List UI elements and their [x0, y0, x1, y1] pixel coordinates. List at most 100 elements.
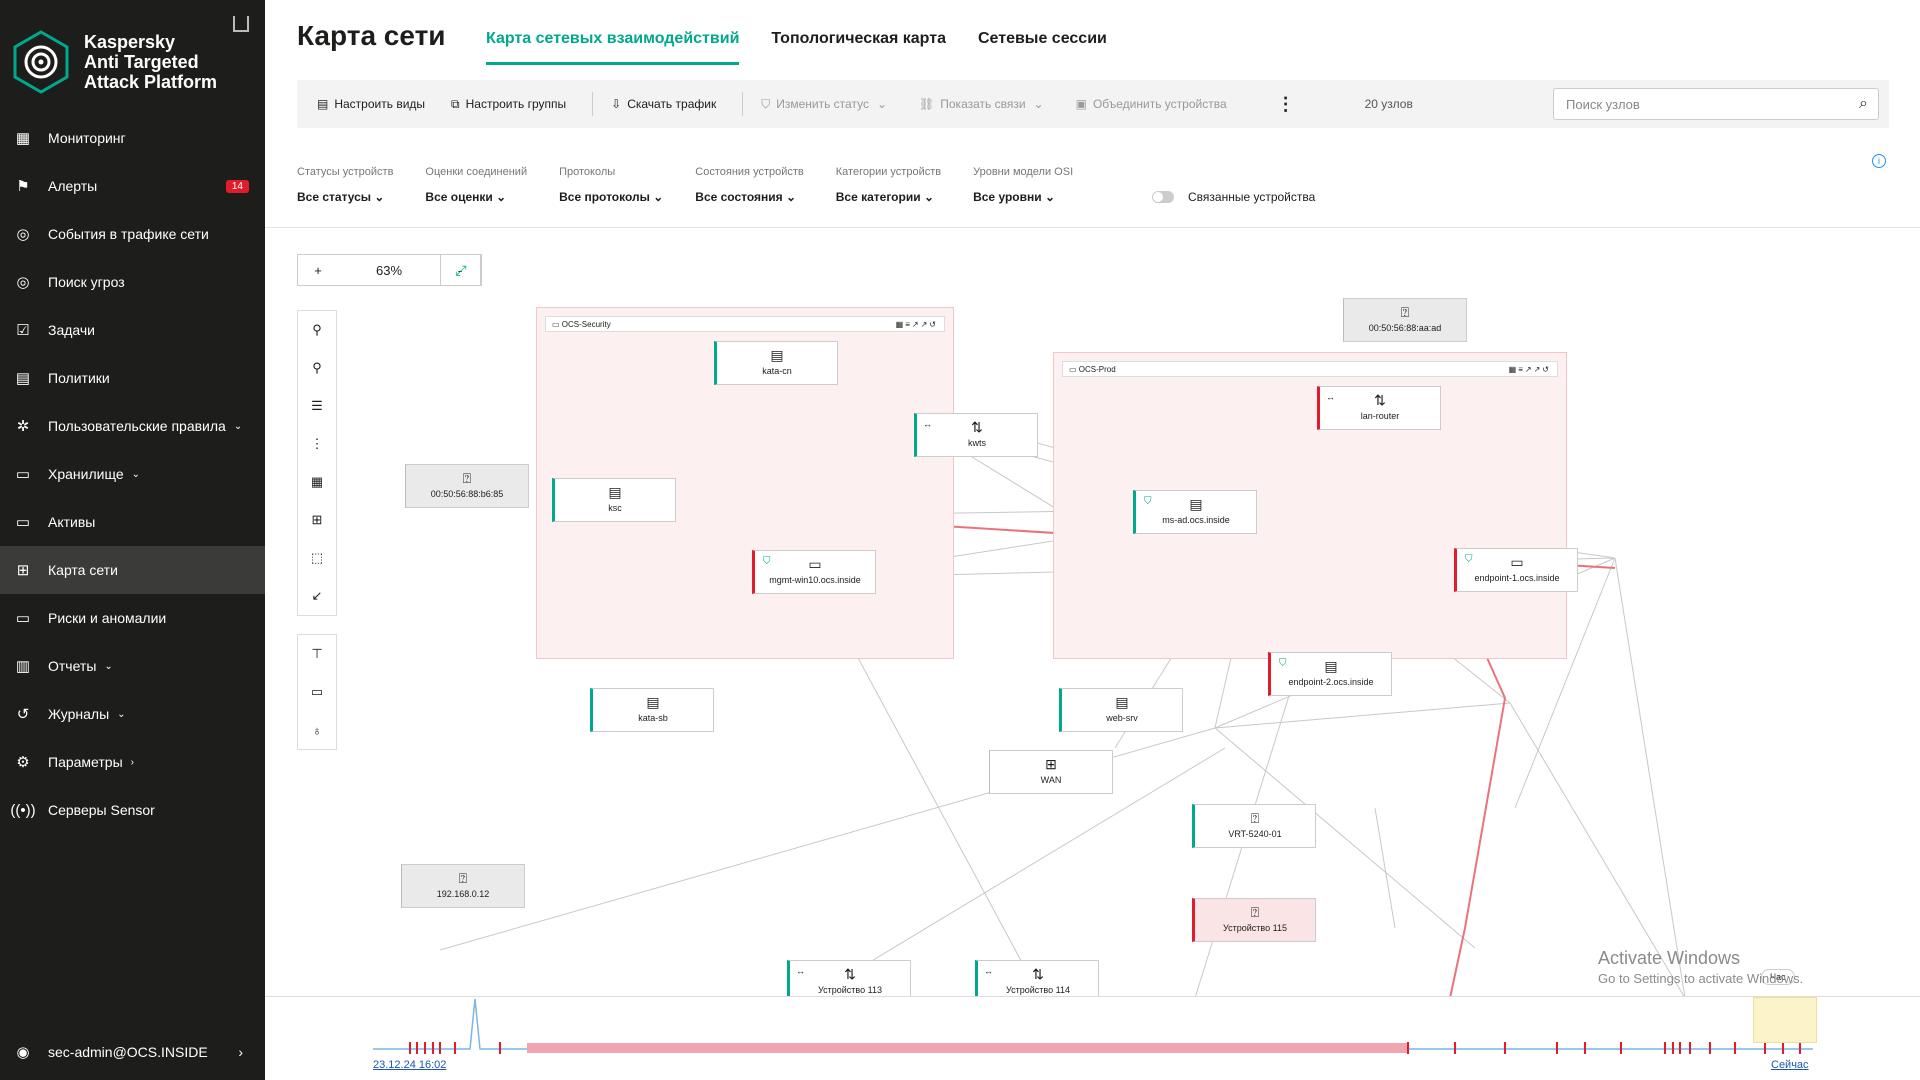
node-mgmt-win10[interactable]: ⛉ ▭ mgmt-win10.ocs.inside	[752, 550, 876, 594]
node-device-113[interactable]: ↔ ⇅ Устройство 113	[787, 960, 911, 998]
filter-device-states[interactable]: Состояния устройств Все состояния ⌄	[695, 166, 803, 204]
filter-value: Все оценки	[425, 190, 493, 204]
sidebar-item-tasks[interactable]: ☑ Задачи	[0, 306, 265, 354]
filter-label: Статусы устройств	[297, 166, 394, 178]
node-kata-cn[interactable]: ▤ kata-cn	[714, 341, 838, 385]
node-device-114[interactable]: ↔ ⇅ Устройство 114	[975, 960, 1099, 998]
traffic-timeline[interactable]: Час 23.12.24 16:02 Сейчас	[265, 969, 1920, 1080]
chevron-right-icon: ›	[130, 756, 134, 768]
node-ksc[interactable]: ▤ ksc	[552, 478, 676, 522]
sidebar-item-assets[interactable]: ▭ Активы	[0, 498, 265, 546]
configure-groups-button[interactable]: ⧉ Настроить группы	[451, 97, 566, 112]
sidebar-item-threat-hunting[interactable]: ◎ Поиск угроз	[0, 258, 265, 306]
timeline-selection-window[interactable]	[1753, 997, 1817, 1043]
filter-device-status[interactable]: Статусы устройств Все статусы ⌄	[297, 166, 393, 204]
sidebar-item-storage[interactable]: ▭ Хранилище ⌄	[0, 450, 265, 498]
cursor-select-icon[interactable]: ⬚	[298, 539, 336, 577]
sidebar-item-sensor-servers[interactable]: ((•)) Серверы Sensor	[0, 786, 265, 834]
button-label: Изменить статус	[776, 97, 869, 111]
collapse-sidebar-icon[interactable]	[233, 16, 249, 32]
timeline-end-link[interactable]: Сейчас	[1771, 1059, 1809, 1071]
node-label: kata-cn	[762, 366, 792, 376]
filter-protocols[interactable]: Протоколы Все протоколы ⌄	[559, 166, 663, 204]
filter-connection-scores[interactable]: Оценки соединений Все оценки ⌄	[425, 166, 527, 204]
related-devices-toggle[interactable]: Связанные устройства	[1152, 190, 1315, 204]
sensor-icon: ((•))	[10, 801, 36, 819]
group-actions-icon[interactable]: ▦≡↗↗↺	[1509, 365, 1551, 374]
chevron-down-icon: ⌄	[233, 420, 243, 432]
group-ocs-prod[interactable]: ▭ OCS-Prod ▦≡↗↗↺	[1053, 352, 1567, 659]
sidebar-item-policies[interactable]: ▤ Политики	[0, 354, 265, 402]
group-actions-icon[interactable]: ▦≡↗↗↺	[896, 320, 938, 329]
pin-icon[interactable]: ⚲	[298, 311, 336, 349]
node-mac-b6-85[interactable]: ⍰ 00:50:56:88:b6:85	[405, 464, 529, 508]
fit-to-screen-icon[interactable]: ⤢	[440, 254, 482, 286]
router-icon: ⇅	[971, 419, 983, 435]
group-title: OCS-Prod	[1078, 364, 1116, 374]
node-kata-sb[interactable]: ▤ kata-sb	[590, 688, 714, 732]
node-lan-router[interactable]: ↔ ⇅ lan-router	[1317, 386, 1441, 430]
download-traffic-button[interactable]: ⇩ Скачать трафик	[611, 97, 716, 111]
list-layout-icon[interactable]: ☰	[298, 387, 336, 425]
sidebar-item-risks[interactable]: ▭ Риски и аномалии	[0, 594, 265, 642]
bidirectional-icon: ↔	[796, 966, 805, 976]
filter-device-categories[interactable]: Категории устройств Все категории ⌄	[836, 166, 941, 204]
bidirectional-icon: ↔	[1326, 392, 1335, 402]
node-vrt-5240[interactable]: ⍰ VRT-5240-01	[1192, 804, 1316, 848]
brand-title: Kaspersky Anti Targeted Attack Platform	[84, 32, 217, 92]
sidebar-item-monitoring[interactable]: ▦ Мониторинг	[0, 114, 265, 162]
sidebar-item-settings[interactable]: ⚙ Параметры ›	[0, 738, 265, 786]
merge-devices-button[interactable]: ▣ Объединить устройства	[1076, 97, 1227, 111]
devices-icon[interactable]: ▭	[298, 673, 336, 711]
filter-osi-levels[interactable]: Уровни модели OSI Все уровни ⌄	[973, 166, 1073, 204]
node-web-srv[interactable]: ▤ web-srv	[1059, 688, 1183, 732]
tree-layout-icon[interactable]: ⋮	[298, 425, 336, 463]
sidebar-item-logs[interactable]: ↺ Журналы ⌄	[0, 690, 265, 738]
windows-activation-watermark: Activate Windows Go to Settings to activ…	[1598, 948, 1803, 986]
show-links-button[interactable]: ⛓ Показать связи ⌄	[919, 97, 1050, 111]
tab-network-sessions[interactable]: Сетевые сессии	[978, 30, 1107, 65]
user-menu[interactable]: ◉ sec-admin@OCS.INSIDE ›	[0, 1024, 265, 1080]
node-label: kata-sb	[638, 713, 668, 723]
network-map-canvas[interactable]: ▭ OCS-Security ▦≡↗↗↺ ▭ OCS-Prod ▦≡↗↗↺ ▤ kat…	[265, 228, 1920, 998]
node-wan[interactable]: ⊞ WAN	[989, 750, 1113, 794]
sidebar-item-network-map[interactable]: ⊞ Карта сети	[0, 546, 265, 594]
button-label: Настроить группы	[465, 97, 567, 111]
select-grid-icon[interactable]: ⊞	[298, 501, 336, 539]
hierarchy-icon[interactable]: ⊤	[298, 635, 336, 673]
toggle-switch[interactable]	[1152, 191, 1174, 203]
node-endpoint-1[interactable]: ⛉ ▭ endpoint-1.ocs.inside	[1454, 548, 1578, 592]
node-ip-192-168-0-12[interactable]: ⍰ 192.168.0.12	[401, 864, 525, 908]
node-endpoint-2[interactable]: ⛉ ▤ endpoint-2.ocs.inside	[1268, 652, 1392, 696]
zoom-in-button[interactable]: +	[298, 263, 338, 278]
node-search-input[interactable]: Поиск узлов ⌕	[1553, 88, 1879, 120]
node-ms-ad[interactable]: ⛉ ▤ ms-ad.ocs.inside	[1133, 490, 1257, 534]
group-title: OCS-Security	[561, 319, 611, 329]
node-mac-aa-ad[interactable]: ⍰ 00:50:56:88:aa:ad	[1343, 298, 1467, 342]
grid-layout-icon[interactable]: ▦	[298, 463, 336, 501]
filter-value: Все протоколы	[559, 190, 650, 204]
sidebar-item-reports[interactable]: ▥ Отчеты ⌄	[0, 642, 265, 690]
change-status-button[interactable]: ⛉ Изменить статус ⌄	[761, 97, 893, 112]
sidebar-item-custom-rules[interactable]: ✲ Пользовательские правила ⌄	[0, 402, 265, 450]
search-icon[interactable]: ⌕	[1859, 95, 1868, 113]
document-icon: ▤	[15, 370, 31, 387]
chevron-down-icon: ⌄	[923, 190, 934, 204]
chevron-right-icon: ›	[238, 1044, 243, 1060]
unpin-icon[interactable]: ⚲	[298, 349, 336, 387]
zoom-level: 63%	[375, 262, 403, 278]
timeline-start-link[interactable]: 23.12.24 16:02	[373, 1059, 446, 1071]
tab-interaction-map[interactable]: Карта сетевых взаимодействий	[486, 30, 740, 65]
tab-topology-map[interactable]: Топологическая карта	[771, 30, 946, 65]
collapse-icon[interactable]: ↙	[298, 577, 336, 615]
node-kwts[interactable]: ↔ ⇅ kwts	[914, 413, 1038, 457]
button-label: Показать связи	[940, 97, 1026, 111]
bulb-icon[interactable]: ♁	[298, 711, 336, 749]
shield-icon: ⛉	[1279, 658, 1287, 669]
more-options-icon[interactable]: ⋮	[1277, 94, 1295, 115]
info-icon[interactable]: i	[1872, 154, 1886, 168]
sidebar-item-traffic-events[interactable]: ◎ События в трафике сети	[0, 210, 265, 258]
configure-views-button[interactable]: ▤ Настроить виды	[317, 97, 425, 111]
node-device-115[interactable]: ⍰ Устройство 115	[1192, 898, 1316, 942]
sidebar-item-alerts[interactable]: ⚑ Алерты 14	[0, 162, 265, 210]
